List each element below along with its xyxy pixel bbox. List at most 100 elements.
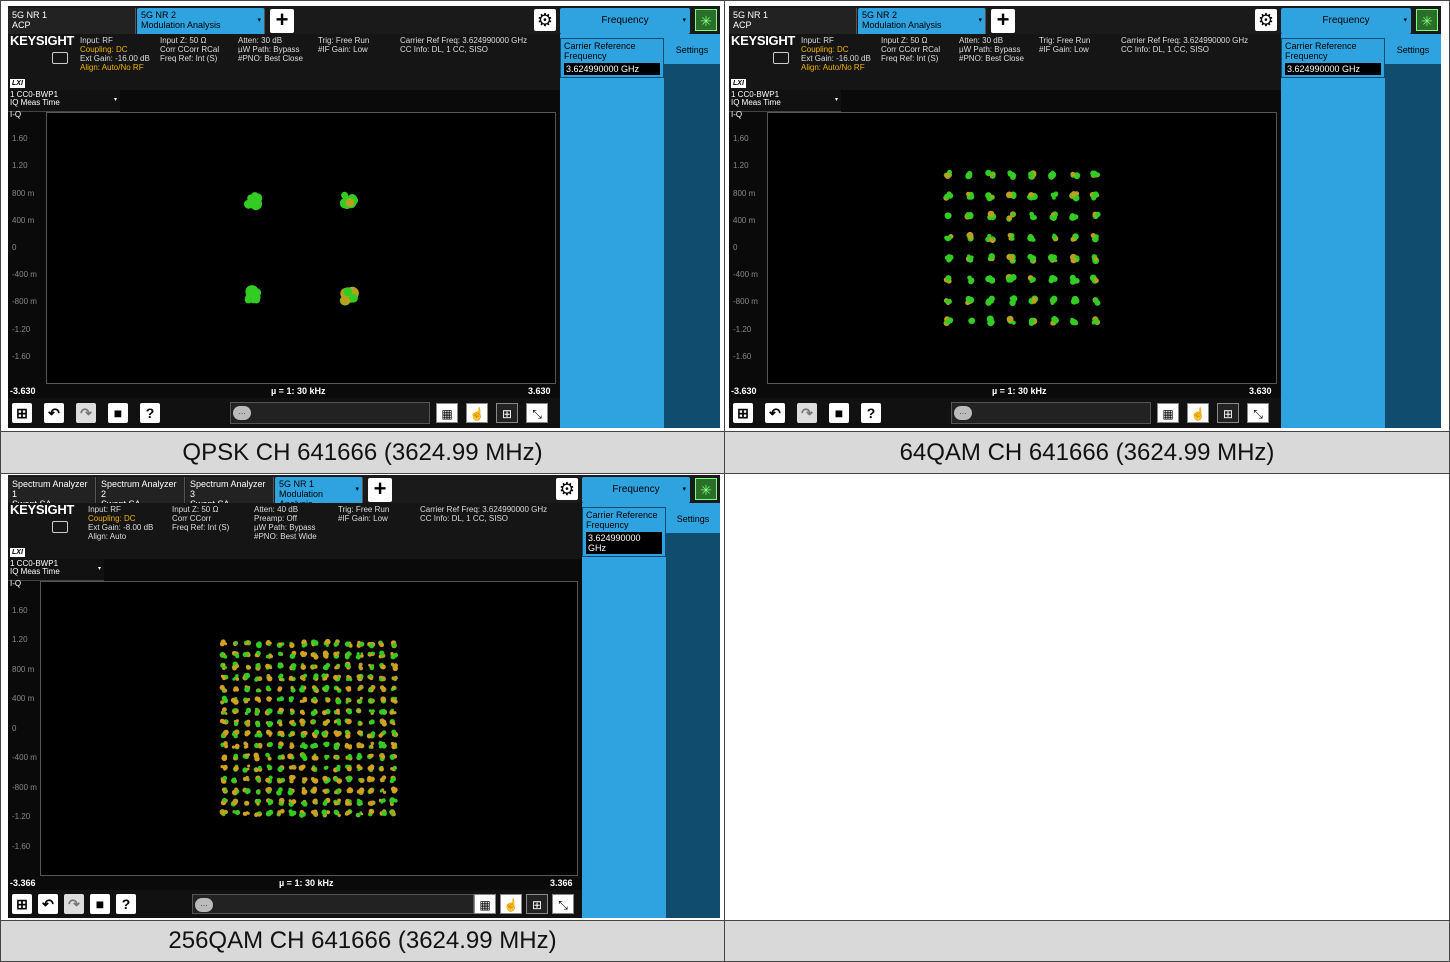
touch-select-icon[interactable]: ☝ bbox=[500, 894, 522, 914]
folder-icon[interactable]: ■ bbox=[108, 403, 128, 423]
folder-icon[interactable]: ■ bbox=[90, 894, 110, 914]
x-axis-left-label: -3.630 bbox=[731, 386, 757, 396]
message-bar[interactable]: … bbox=[230, 402, 430, 424]
sweep-status-icon[interactable]: ✳ bbox=[1416, 9, 1438, 31]
constellation-point bbox=[987, 210, 995, 218]
redo-icon[interactable]: ↷ bbox=[797, 403, 817, 423]
carrier-reference-value[interactable]: 3.624990000 GHz bbox=[1285, 63, 1381, 75]
constellation-point bbox=[302, 801, 308, 807]
frequency-menu-button[interactable]: Frequency ▾ bbox=[1281, 8, 1411, 34]
zoom-icon[interactable]: ⤡ bbox=[526, 403, 548, 423]
carrier-reference-frequency-control[interactable]: Carrier Reference Frequency 3.624990000 G… bbox=[560, 38, 664, 78]
iq-constellation-plot[interactable] bbox=[767, 112, 1277, 384]
settings-tab-button[interactable]: Settings bbox=[666, 38, 718, 62]
info-line: Input: RF bbox=[80, 36, 113, 45]
settings-gear-icon[interactable]: ⚙ bbox=[534, 9, 556, 31]
iq-constellation-plot[interactable] bbox=[40, 581, 578, 876]
constellation-point bbox=[389, 797, 396, 803]
message-icon[interactable]: … bbox=[233, 406, 251, 420]
tab-0[interactable]: 5G NR 1 ACP bbox=[729, 8, 857, 34]
settings-tab-button[interactable]: Settings bbox=[1387, 38, 1439, 62]
add-tab-button[interactable]: + bbox=[991, 9, 1015, 33]
constellation-point bbox=[257, 676, 263, 682]
touch-select-icon[interactable]: ☝ bbox=[466, 403, 488, 423]
carrier-reference-value[interactable]: 3.624990000 GHz bbox=[586, 532, 662, 554]
tab-0[interactable]: 5G NR 1 ACP bbox=[8, 8, 136, 34]
message-bar[interactable]: … bbox=[951, 402, 1151, 424]
trace-selector-dropdown[interactable]: 1 CC0-BWP1 IQ Meas Time ▾ bbox=[8, 559, 104, 581]
help-icon[interactable]: ? bbox=[140, 403, 160, 423]
constellation-point bbox=[326, 644, 329, 647]
constellation-point bbox=[312, 664, 316, 668]
iq-constellation-plot[interactable] bbox=[46, 112, 556, 384]
message-icon[interactable]: … bbox=[195, 898, 213, 912]
add-tab-button[interactable]: + bbox=[368, 478, 392, 502]
redo-icon[interactable]: ↷ bbox=[64, 894, 84, 914]
carrier-reference-value[interactable]: 3.624990000 GHz bbox=[564, 63, 660, 75]
add-tab-button[interactable]: + bbox=[270, 9, 294, 33]
info-line: Ext Gain: -8.00 dB bbox=[88, 523, 154, 532]
tab-3[interactable]: 5G NR 1Modulation Analysis▾ bbox=[275, 477, 363, 509]
tab-1[interactable]: Spectrum Analyzer 2Swept SA bbox=[97, 477, 185, 509]
settings-gear-icon[interactable]: ⚙ bbox=[1255, 9, 1277, 31]
tab-1[interactable]: 5G NR 2 Modulation Analysis ▾ bbox=[137, 8, 265, 34]
constellation-point bbox=[946, 254, 953, 261]
display-icon[interactable] bbox=[773, 52, 789, 64]
display-icon[interactable] bbox=[52, 521, 68, 533]
tab-1[interactable]: 5G NR 2 Modulation Analysis ▾ bbox=[858, 8, 986, 34]
windows-icon[interactable]: ⊞ bbox=[12, 894, 32, 914]
settings-tab-button[interactable]: Settings bbox=[668, 507, 718, 531]
tab-0[interactable]: Spectrum Analyzer 1Swept SA bbox=[8, 477, 96, 509]
message-icon[interactable]: … bbox=[954, 406, 972, 420]
info-line: Carrier Ref Freq: 3.624990000 GHz bbox=[420, 505, 548, 514]
multi-window-icon[interactable]: ⊞ bbox=[496, 403, 518, 423]
constellation-point bbox=[325, 741, 330, 746]
marker-table-icon[interactable]: ▦ bbox=[436, 403, 458, 423]
undo-icon[interactable]: ↶ bbox=[765, 403, 785, 423]
constellation-point bbox=[392, 787, 398, 793]
constellation-point bbox=[231, 778, 237, 784]
constellation-point bbox=[360, 654, 364, 658]
redo-icon[interactable]: ↷ bbox=[76, 403, 96, 423]
constellation-point bbox=[381, 730, 387, 735]
x-axis-center-label: µ = 1: 30 kHz bbox=[271, 386, 326, 396]
frequency-menu-button[interactable]: Frequency ▾ bbox=[582, 477, 690, 503]
constellation-point bbox=[1070, 236, 1076, 242]
constellation-point bbox=[344, 663, 349, 668]
constellation-point bbox=[367, 775, 372, 781]
zoom-icon[interactable]: ⤡ bbox=[1247, 403, 1269, 423]
constellation-point bbox=[1011, 212, 1016, 216]
trace-selector-dropdown[interactable]: 1 CC0-BWP1 IQ Meas Time ▾ bbox=[8, 90, 120, 112]
tab-2[interactable]: Spectrum Analyzer 3Swept SA bbox=[186, 477, 274, 509]
constellation-point bbox=[301, 639, 307, 645]
undo-icon[interactable]: ↶ bbox=[44, 403, 64, 423]
trace-selector-dropdown[interactable]: 1 CC0-BWP1 IQ Meas Time ▾ bbox=[729, 90, 841, 112]
constellation-point bbox=[390, 767, 394, 771]
constellation-point bbox=[391, 710, 394, 713]
multi-window-icon[interactable]: ⊞ bbox=[526, 894, 548, 914]
help-icon[interactable]: ? bbox=[861, 403, 881, 423]
y-tick-label: 800 m bbox=[12, 188, 35, 198]
help-icon[interactable]: ? bbox=[116, 894, 136, 914]
constellation-point bbox=[222, 707, 227, 712]
multi-window-icon[interactable]: ⊞ bbox=[1217, 403, 1239, 423]
message-bar[interactable]: … bbox=[192, 894, 474, 914]
frequency-menu-button[interactable]: Frequency ▾ bbox=[560, 8, 690, 34]
undo-icon[interactable]: ↶ bbox=[38, 894, 58, 914]
folder-icon[interactable]: ■ bbox=[829, 403, 849, 423]
constellation-point bbox=[313, 677, 316, 680]
windows-icon[interactable]: ⊞ bbox=[733, 403, 753, 423]
sweep-status-icon[interactable]: ✳ bbox=[695, 478, 717, 500]
touch-select-icon[interactable]: ☝ bbox=[1187, 403, 1209, 423]
zoom-icon[interactable]: ⤡ bbox=[552, 894, 574, 914]
marker-table-icon[interactable]: ▦ bbox=[1157, 403, 1179, 423]
constellation-point bbox=[289, 720, 294, 725]
windows-icon[interactable]: ⊞ bbox=[12, 403, 32, 423]
settings-gear-icon[interactable]: ⚙ bbox=[556, 478, 578, 500]
carrier-reference-frequency-control[interactable]: Carrier Reference Frequency 3.624990000 G… bbox=[582, 507, 666, 557]
trace-selector-line2: IQ Meas Time bbox=[10, 98, 60, 107]
carrier-reference-frequency-control[interactable]: Carrier Reference Frequency 3.624990000 G… bbox=[1281, 38, 1385, 78]
marker-table-icon[interactable]: ▦ bbox=[474, 894, 496, 914]
sweep-status-icon[interactable]: ✳ bbox=[695, 9, 717, 31]
display-icon[interactable] bbox=[52, 52, 68, 64]
